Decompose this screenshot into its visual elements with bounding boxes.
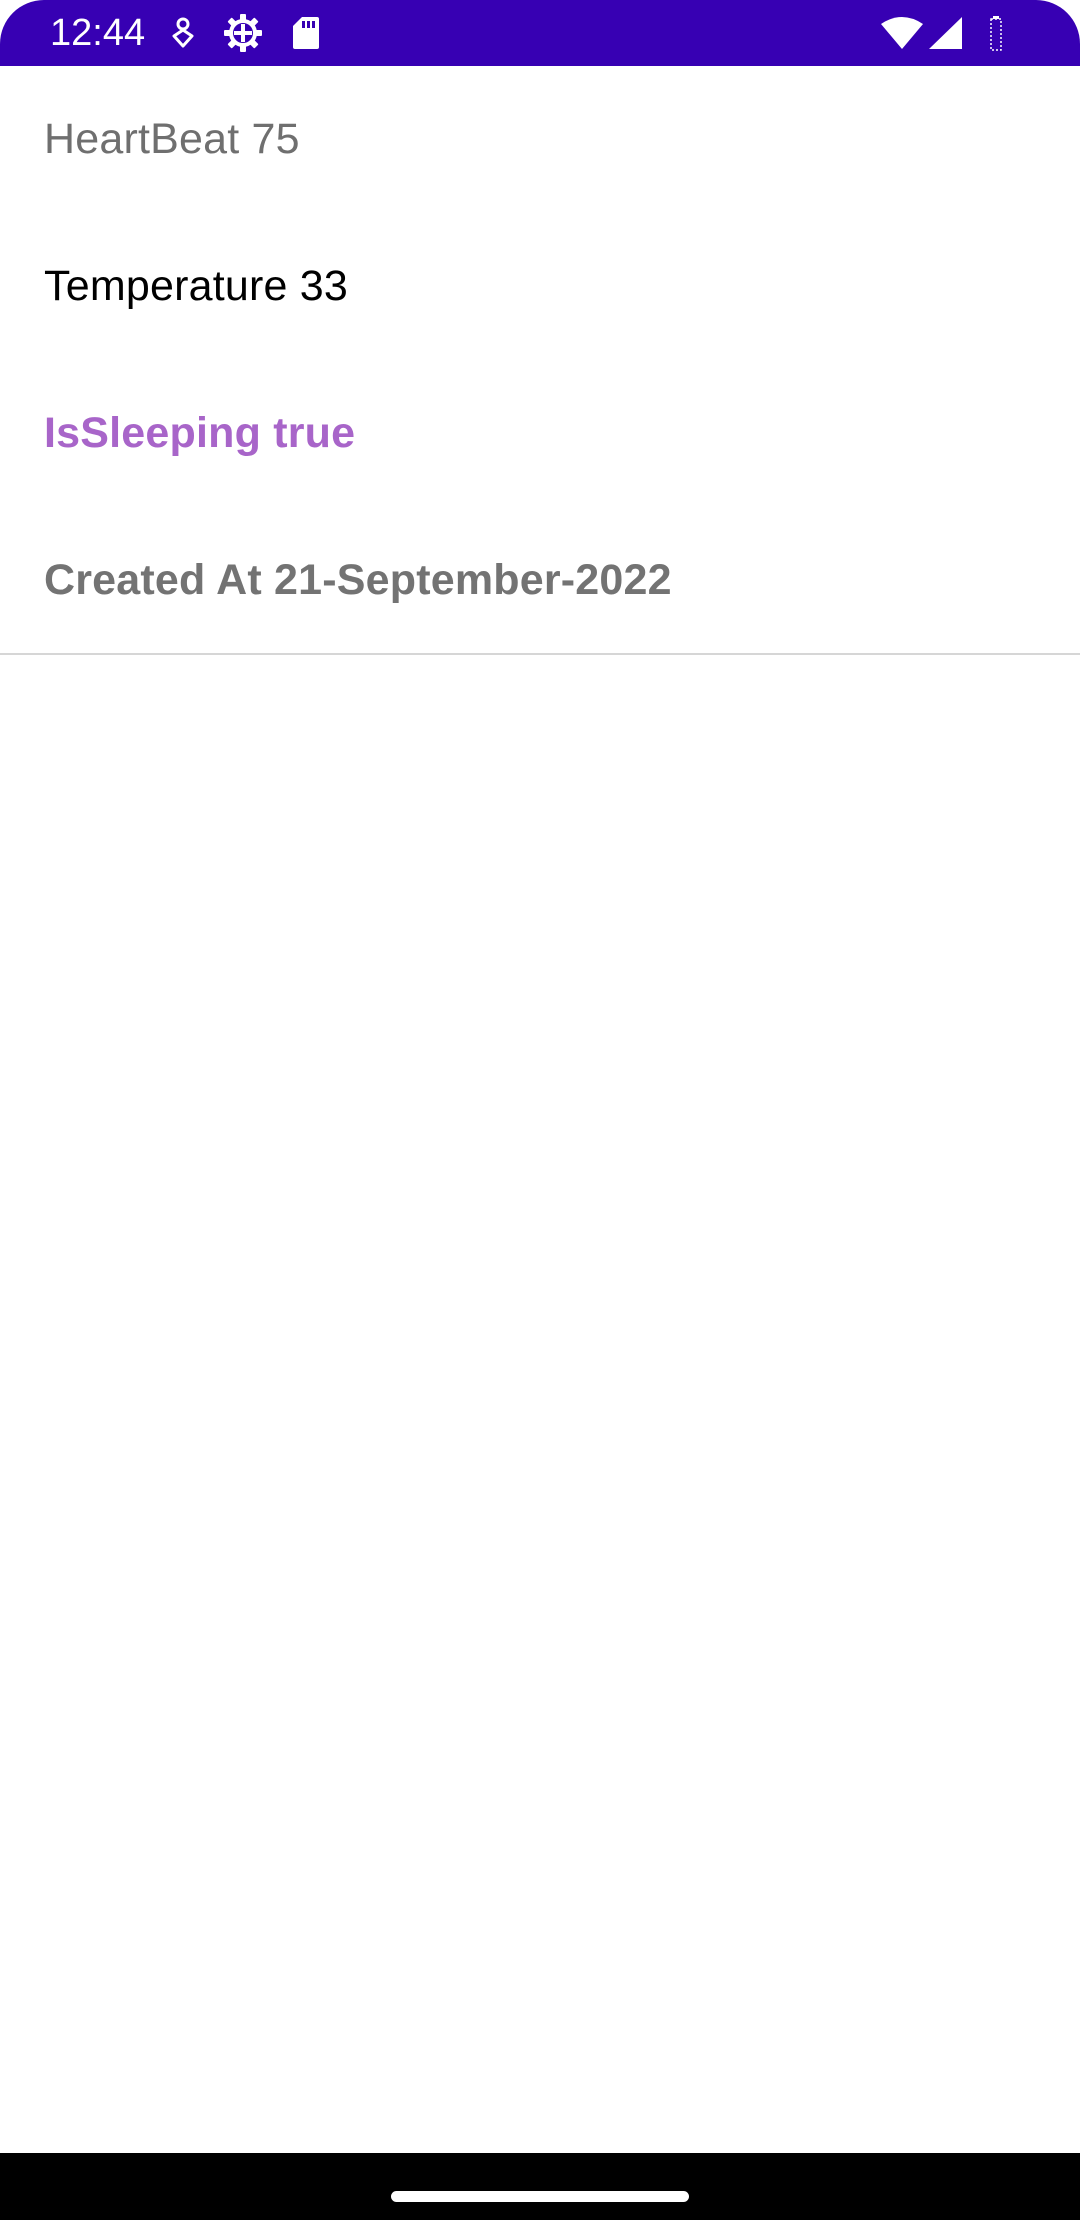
notification-icon bbox=[168, 14, 198, 52]
temperature-row: Temperature 33 bbox=[0, 213, 1080, 360]
wifi-icon bbox=[880, 14, 924, 52]
navigation-bar bbox=[0, 2153, 1080, 2220]
status-time: 12:44 bbox=[50, 12, 146, 54]
sd-card-icon bbox=[290, 14, 322, 52]
record-divider bbox=[0, 653, 1080, 655]
status-bar: 12:44 bbox=[0, 0, 1080, 66]
created-at-text: Created At 21-September-2022 bbox=[44, 556, 672, 604]
is-sleeping-row: IsSleeping true bbox=[0, 360, 1080, 507]
temperature-text: Temperature 33 bbox=[44, 262, 348, 310]
is-sleeping-text: IsSleeping true bbox=[44, 409, 356, 457]
created-at-row: Created At 21-September-2022 bbox=[0, 507, 1080, 654]
record-details: HeartBeat 75 Temperature 33 IsSleeping t… bbox=[0, 66, 1080, 654]
app-screen: 12:44 HeartBeat 75 Temperature 33 IsSlee… bbox=[0, 0, 1080, 2220]
heartbeat-text: HeartBeat 75 bbox=[44, 115, 300, 163]
battery-icon bbox=[988, 14, 1004, 52]
heartbeat-row: HeartBeat 75 bbox=[0, 66, 1080, 213]
cell-signal-icon bbox=[928, 14, 964, 52]
home-gesture-handle[interactable] bbox=[391, 2191, 689, 2202]
settings-gear-icon bbox=[222, 14, 264, 52]
